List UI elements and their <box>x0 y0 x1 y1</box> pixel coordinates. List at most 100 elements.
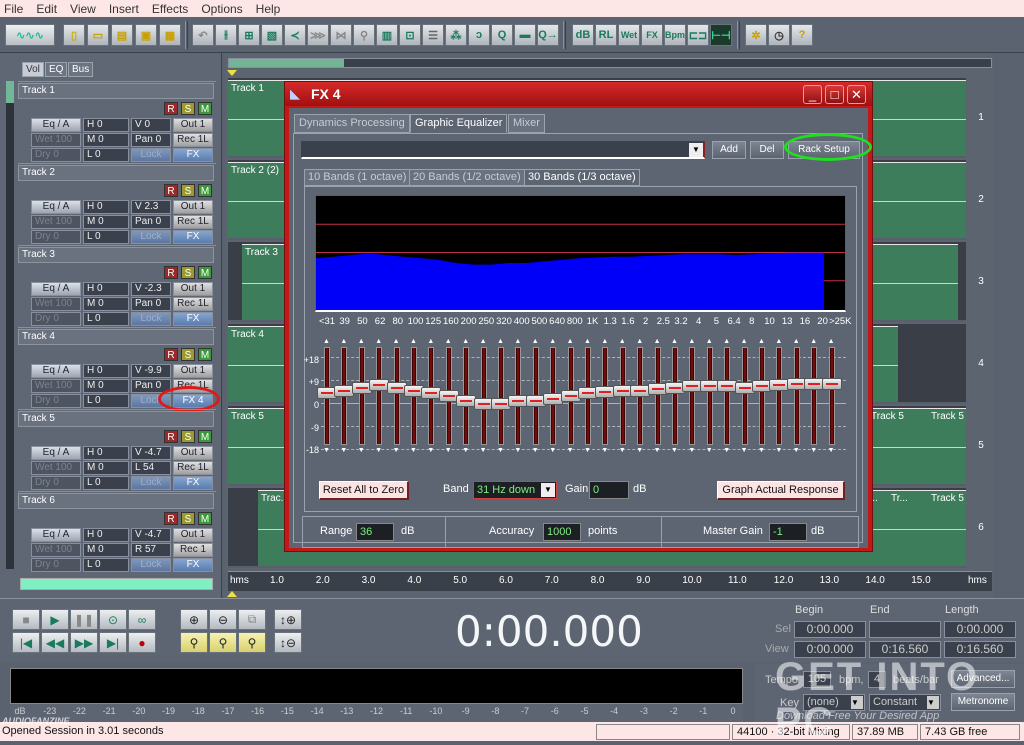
slider-down-arrow-icon[interactable]: ▼ <box>340 447 347 454</box>
band-slider-track[interactable] <box>376 347 383 445</box>
minimize-button[interactable]: _ <box>803 85 822 104</box>
record-arm-button[interactable]: R <box>164 102 178 115</box>
band-slider-track[interactable] <box>724 347 731 445</box>
mute-button[interactable]: M <box>198 430 212 443</box>
slider-down-arrow-icon[interactable]: ▼ <box>462 447 469 454</box>
band-slider-track[interactable] <box>498 347 504 445</box>
record-arm-button[interactable]: R <box>164 184 178 197</box>
pan-icon[interactable]: RL <box>595 24 617 46</box>
help-icon[interactable]: ? <box>791 24 813 46</box>
eq-high-field[interactable]: H 0 <box>83 282 129 296</box>
menu-options[interactable]: Options <box>201 2 242 16</box>
undo-icon[interactable]: ↶ <box>192 24 214 46</box>
solo-button[interactable]: S <box>181 184 195 197</box>
fx-button[interactable]: FX <box>173 312 213 326</box>
slider-down-arrow-icon[interactable]: ▼ <box>688 447 695 454</box>
eq-low-field[interactable]: L 0 <box>83 558 129 572</box>
lock-button[interactable]: Lock <box>131 476 171 490</box>
menu-effects[interactable]: Effects <box>152 2 188 16</box>
play-from-cursor-icon[interactable]: ⊙ <box>99 609 127 630</box>
solo-button[interactable]: S <box>181 512 195 525</box>
mute-button[interactable]: M <box>198 102 212 115</box>
band-slider-track[interactable] <box>828 347 835 445</box>
slider-up-arrow-icon[interactable]: ▲ <box>462 338 469 345</box>
save-as-icon[interactable]: ▦ <box>159 24 181 46</box>
eq-button[interactable]: Eq / A <box>31 364 81 378</box>
sel-begin-field[interactable]: 0:00.000 <box>794 621 866 638</box>
volume-field[interactable]: V -4.7 <box>131 446 171 460</box>
output-button[interactable]: Out 1 <box>173 446 213 460</box>
slider-down-arrow-icon[interactable]: ▼ <box>567 447 574 454</box>
eq-mid-field[interactable]: M 0 <box>83 215 129 229</box>
gain-input[interactable]: 0 <box>589 481 629 499</box>
slider-up-arrow-icon[interactable]: ▲ <box>410 338 417 345</box>
output-button[interactable]: Out 1 <box>173 364 213 378</box>
output-button[interactable]: Out 1 <box>173 282 213 296</box>
dry-field[interactable]: Dry 0 <box>31 558 81 572</box>
band-slider-track[interactable] <box>759 347 765 445</box>
eq-button[interactable]: Eq / A <box>31 200 81 214</box>
record-input-button[interactable]: Rec 1L <box>173 297 213 311</box>
wet-field[interactable]: Wet 100 <box>31 215 81 229</box>
dry-field[interactable]: Dry 0 <box>31 312 81 326</box>
slider-down-arrow-icon[interactable]: ▼ <box>375 447 382 454</box>
band-slider-track[interactable] <box>811 347 818 445</box>
solo-button[interactable]: S <box>181 266 195 279</box>
band-slider-track[interactable] <box>793 347 800 445</box>
volume-field[interactable]: V -4.7 <box>131 528 171 542</box>
dry-field[interactable]: Dry 0 <box>31 394 81 408</box>
band-slider-track[interactable] <box>393 347 400 445</box>
band-slider-knob[interactable] <box>821 377 842 390</box>
slider-up-arrow-icon[interactable]: ▲ <box>601 338 608 345</box>
slider-down-arrow-icon[interactable]: ▼ <box>601 447 608 454</box>
eq-low-field[interactable]: L 0 <box>83 312 129 326</box>
menu-file[interactable]: File <box>4 2 23 16</box>
band-slider-track[interactable] <box>654 347 661 445</box>
overview-thumb[interactable] <box>229 59 344 67</box>
clock-icon[interactable]: ◷ <box>768 24 790 46</box>
pause-icon[interactable]: ❚❚ <box>70 609 98 630</box>
output-button[interactable]: Out 1 <box>173 200 213 214</box>
open-session-icon[interactable]: ▤ <box>111 24 133 46</box>
trim-icon[interactable]: ⊞ <box>238 24 260 46</box>
fx-window-titlebar[interactable]: ◣ FX 4 _ □ ✕ <box>285 82 872 106</box>
scrollbar-thumb[interactable] <box>6 81 14 103</box>
menu-edit[interactable]: Edit <box>36 2 57 16</box>
solo-button[interactable]: S <box>181 102 195 115</box>
band-slider-track[interactable] <box>358 347 365 445</box>
lock-icon[interactable]: ⚲ <box>353 24 375 46</box>
slider-up-arrow-icon[interactable]: ▲ <box>654 338 661 345</box>
lock-button[interactable]: Lock <box>131 558 171 572</box>
fx-button[interactable]: FX <box>173 558 213 572</box>
eq-high-field[interactable]: H 0 <box>83 528 129 542</box>
audio-clip[interactable]: Tr... <box>888 490 928 566</box>
slider-up-arrow-icon[interactable]: ▲ <box>793 338 800 345</box>
meter-icon[interactable]: ▬ <box>514 24 536 46</box>
q-icon[interactable]: Q <box>491 24 513 46</box>
eq-button[interactable]: Eq / A <box>31 118 81 132</box>
track-name[interactable]: Track 6 <box>18 493 214 509</box>
slider-up-arrow-icon[interactable]: ▲ <box>393 338 400 345</box>
eq-low-field[interactable]: L 0 <box>83 394 129 408</box>
tab-10-bands[interactable]: 10 Bands (1 octave) <box>304 169 411 186</box>
sel-end-field[interactable] <box>869 621 941 638</box>
tab-30-bands[interactable]: 30 Bands (1/3 octave) <box>524 169 640 186</box>
slider-up-arrow-icon[interactable]: ▲ <box>375 338 382 345</box>
slider-up-arrow-icon[interactable]: ▲ <box>497 338 504 345</box>
graph-actual-response-button[interactable]: Graph Actual Response <box>717 481 845 500</box>
master-gain-input[interactable]: -1 <box>769 523 807 541</box>
eq-low-field[interactable]: L 0 <box>83 148 129 162</box>
db-icon[interactable]: dB <box>572 24 594 46</box>
tab-bus[interactable]: Bus <box>68 62 94 77</box>
audio-clip[interactable]: Track 5 <box>928 490 966 566</box>
nodes-icon[interactable]: ⊏⊐ <box>687 24 709 46</box>
save-icon[interactable]: ▣ <box>135 24 157 46</box>
slider-down-arrow-icon[interactable]: ▼ <box>549 447 556 454</box>
slider-up-arrow-icon[interactable]: ▲ <box>775 338 782 345</box>
range-input[interactable]: 36 <box>356 523 394 541</box>
tab-eq[interactable]: EQ <box>45 62 68 77</box>
slider-up-arrow-icon[interactable]: ▲ <box>688 338 695 345</box>
dry-field[interactable]: Dry 0 <box>31 230 81 244</box>
audio-clip[interactable]: Track 5 <box>928 408 966 484</box>
volume-field[interactable]: V -9.9 <box>131 364 171 378</box>
